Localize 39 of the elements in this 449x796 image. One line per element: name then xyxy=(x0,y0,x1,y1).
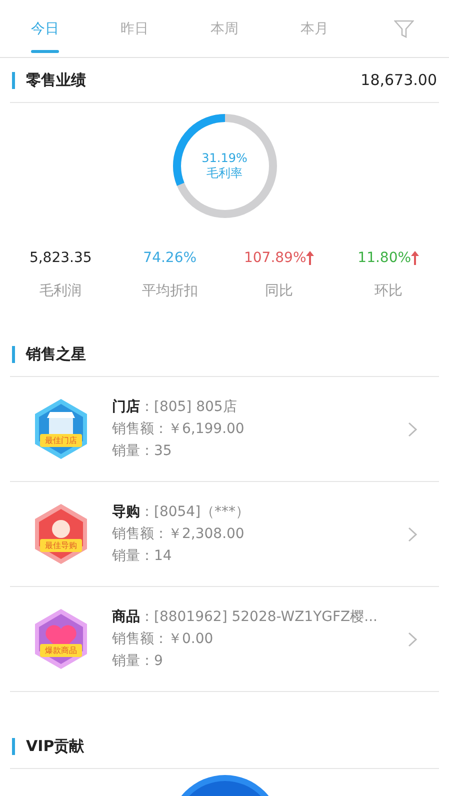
stat-value: 107.89% xyxy=(244,250,306,266)
tab[interactable]: 昨日 xyxy=(90,0,180,57)
item-label: 门店 xyxy=(112,398,140,416)
stat-label: 同比 xyxy=(265,282,294,300)
sales-amount: 销售额：￥0.00 xyxy=(112,630,214,648)
badge-ribbon: 爆款商品 xyxy=(40,644,82,657)
item-value: ：[8054]（***） xyxy=(140,503,250,521)
chevron-right-icon[interactable] xyxy=(408,526,417,542)
item-label: 商品 xyxy=(112,608,140,626)
gauge-label: 毛利率 xyxy=(206,166,242,181)
gauge-value: 31.19% xyxy=(202,151,248,166)
item-value: ：[805] 805店 xyxy=(140,398,237,416)
retail-total: 18,673.00 xyxy=(360,71,437,89)
stat-label: 平均折扣 xyxy=(142,282,198,300)
sales-amount: 销售额：￥2,308.00 xyxy=(112,525,246,543)
tab[interactable]: 本周 xyxy=(180,0,270,57)
section-title: 销售之星 xyxy=(26,344,86,364)
item-label: 导购 xyxy=(112,503,140,521)
chevron-right-icon[interactable] xyxy=(408,422,417,436)
stat-value: 11.80% xyxy=(358,250,412,266)
sales-amount: 销售额：￥6,199.00 xyxy=(112,420,246,438)
filter-icon xyxy=(394,20,414,38)
section-title: VIP贡献 xyxy=(26,736,84,756)
stat-value: 5,823.35 xyxy=(29,250,92,266)
sales-quantity: 销量：35 xyxy=(112,442,173,460)
tab[interactable]: 本月 xyxy=(269,0,360,57)
badge-ribbon: 最佳导购 xyxy=(40,539,82,552)
sales-quantity: 销量：14 xyxy=(112,547,173,565)
stat-label: 毛利润 xyxy=(40,282,82,300)
section-title: 零售业绩 xyxy=(26,70,86,90)
up-arrow-icon xyxy=(306,251,314,265)
up-arrow-icon xyxy=(411,251,420,265)
sales-quantity: 销量：9 xyxy=(112,652,164,670)
item-value: ：[8801962] 52028-WZ1YGFZ樱... xyxy=(140,608,378,626)
stat-label: 环比 xyxy=(374,282,402,300)
badge-ribbon: 最佳门店 xyxy=(40,434,82,447)
stat-value: 74.26% xyxy=(143,250,197,266)
tab[interactable]: 今日 xyxy=(0,0,90,57)
chevron-right-icon[interactable] xyxy=(408,632,417,646)
